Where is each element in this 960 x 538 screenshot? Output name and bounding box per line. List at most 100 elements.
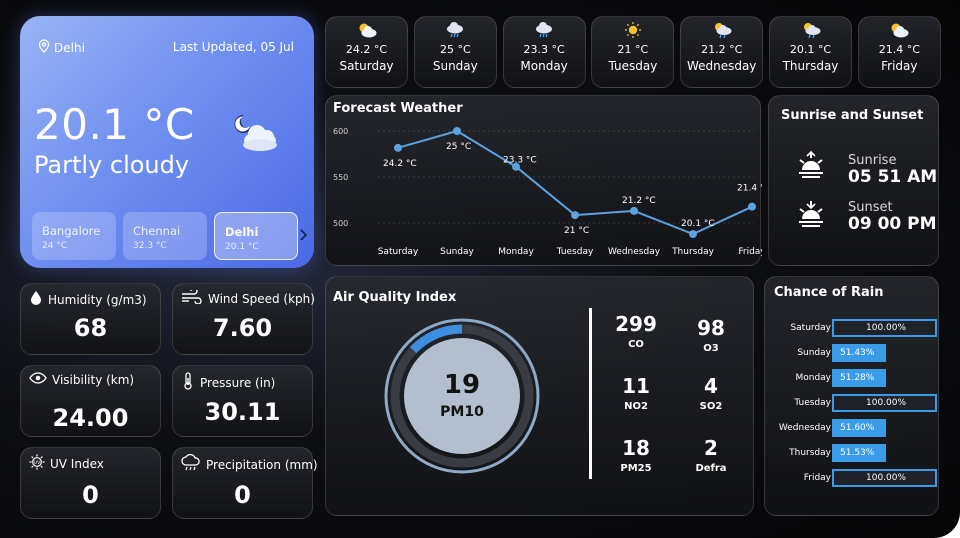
location-name: Delhi <box>54 40 85 55</box>
pollutant-pm25: 18 PM25 <box>611 436 661 474</box>
rain-bar[interactable]: 51.28% <box>832 369 886 387</box>
current-condition: Partly cloudy <box>34 151 190 179</box>
city-name: Bangalore <box>42 224 101 238</box>
city-name: Chennai <box>133 224 181 238</box>
sun-rain-icon <box>681 21 762 39</box>
x-tick-label: Wednesday <box>608 247 661 257</box>
pollutant-label: CO <box>628 339 644 350</box>
day-name: Thursday <box>782 59 839 73</box>
rain-bar[interactable]: 100.00% <box>832 469 937 487</box>
chance-of-rain-card: Chance of Rain Saturday 100.00% Sunday 51.4… <box>764 276 939 516</box>
x-tick-label: Saturday <box>378 247 419 257</box>
data-point[interactable] <box>689 230 697 238</box>
day-card-tuesday[interactable]: 21 °C Tuesday <box>591 16 675 88</box>
data-point[interactable] <box>571 211 579 220</box>
day-name: Tuesday <box>608 59 658 73</box>
data-point[interactable] <box>748 202 756 211</box>
svg-text:UV: UV <box>34 460 41 466</box>
data-label: 21 °C <box>564 226 589 236</box>
y-tick-label: 550 <box>333 173 348 182</box>
rain-bar[interactable]: 100.00% <box>832 394 937 412</box>
day-temp: 23.3 °C <box>523 43 565 56</box>
location: Delhi <box>38 39 85 56</box>
city-tile-bangalore[interactable]: Bangalore 24 °C <box>32 212 116 260</box>
rain-row-sunday: Sunday 51.43% <box>765 344 955 362</box>
rain-row-monday: Monday 51.28% <box>765 369 955 387</box>
data-point[interactable] <box>453 127 461 135</box>
sun-rain-icon <box>770 21 851 39</box>
visibility-label: Visibility (km) <box>52 372 135 387</box>
rain-bar[interactable]: 100.00% <box>832 319 937 337</box>
humidity-value: 68 <box>73 314 108 342</box>
pollutant-value: 98 <box>697 316 725 340</box>
data-label: 20.1 °C <box>681 219 715 229</box>
rain-value-label: 51.43% <box>840 348 875 358</box>
humidity-card: Humidity (g/m3) 68 <box>20 283 161 355</box>
rain-row-friday: Friday 100.00% <box>765 469 955 487</box>
day-temp: 20.1 °C <box>789 43 832 56</box>
sunset-time: 09 00 PM <box>848 214 937 234</box>
day-card-thursday[interactable]: 20.1 °C Thursday <box>769 16 852 88</box>
day-name: Friday <box>881 59 918 73</box>
pollutant-o3: 98 O3 <box>686 316 736 354</box>
pressure-label: Pressure (in) <box>200 375 276 390</box>
day-temp: 24.2 °C <box>345 43 388 56</box>
pollutant-label: SO2 <box>699 401 723 412</box>
rain-value-label: 100.00% <box>866 473 907 483</box>
rain-cloud-icon <box>504 21 585 39</box>
city-name: Delhi <box>225 225 259 239</box>
pollutant-label: NO2 <box>624 401 648 412</box>
rain-bar[interactable]: 51.43% <box>832 344 886 362</box>
day-name: Wednesday <box>686 59 757 73</box>
data-label: 21.2 °C <box>622 196 656 206</box>
city-selector: Bangalore 24 °C Chennai 32.3 °C Delhi 20… <box>32 212 298 260</box>
rain-title: Chance of Rain <box>774 285 884 300</box>
wind-icon <box>181 287 203 307</box>
data-point[interactable] <box>630 206 638 215</box>
rain-day-label: Friday <box>803 473 831 483</box>
rain-row-tuesday: Tuesday 100.00% <box>765 394 955 412</box>
pollutant-value: 11 <box>622 374 650 398</box>
precipitation-label: Precipitation (mm) <box>206 457 318 472</box>
rain-value-label: 51.60% <box>840 423 875 433</box>
rain-day-label: Wednesday <box>778 423 831 433</box>
day-name: Sunday <box>432 59 478 73</box>
chevron-right-icon[interactable] <box>299 229 308 244</box>
visibility-card: Visibility (km) 24.00 <box>20 365 161 437</box>
humidity-label: Humidity (g/m3) <box>48 292 147 307</box>
city-tile-chennai[interactable]: Chennai 32.3 °C <box>123 212 207 260</box>
day-card-wednesday[interactable]: 21.2 °C Wednesday <box>680 16 764 88</box>
day-temp: 21.4 °C <box>878 43 920 56</box>
sunrise-icon <box>797 150 825 184</box>
sunrise-sunset-title: Sunrise and Sunset <box>781 108 924 123</box>
rain-day-label: Monday <box>795 373 831 383</box>
data-label: 24.2 °C <box>383 159 417 169</box>
forecast-line-chart: 600 550 500 24.2 °C Saturday 25 °C Sunday 23.3 … <box>333 127 762 257</box>
day-card-sunday[interactable]: 25 °C Sunday <box>413 16 497 88</box>
pollutant-value: 299 <box>615 312 657 336</box>
city-tile-delhi[interactable]: Delhi 20.1 °C <box>214 212 298 260</box>
rain-day-label: Tuesday <box>794 398 831 408</box>
y-tick-label: 500 <box>333 219 348 228</box>
day-card-saturday[interactable]: 24.2 °C Saturday <box>325 16 408 88</box>
pollutant-no2: 11 NO2 <box>611 374 661 412</box>
x-tick-label: Thursday <box>671 247 715 257</box>
last-updated: Last Updated, 05 Jul <box>172 40 294 54</box>
rain-value-label: 100.00% <box>866 398 907 408</box>
day-card-friday[interactable]: 21.4 °C Friday <box>857 16 941 88</box>
droplet-icon <box>29 290 43 309</box>
wind-speed-label: Wind Speed (kph) <box>208 291 315 306</box>
city-temp: 20.1 °C <box>225 242 259 252</box>
rain-row-thursday: Thursday 51.53% <box>765 444 955 462</box>
rain-bar[interactable]: 51.60% <box>832 419 886 437</box>
rain-value-label: 100.00% <box>866 323 907 333</box>
moon-cloud-icon <box>230 111 280 161</box>
rain-bar[interactable]: 51.53% <box>832 444 886 462</box>
city-temp: 24 °C <box>42 241 68 251</box>
day-temp: 21.2 °C <box>701 43 743 56</box>
rain-day-label: Saturday <box>790 323 831 333</box>
x-tick-label: Tuesday <box>556 247 594 257</box>
sunset-icon <box>797 199 825 233</box>
day-card-monday[interactable]: 23.3 °C Monday <box>502 16 586 88</box>
data-point[interactable] <box>394 143 402 152</box>
